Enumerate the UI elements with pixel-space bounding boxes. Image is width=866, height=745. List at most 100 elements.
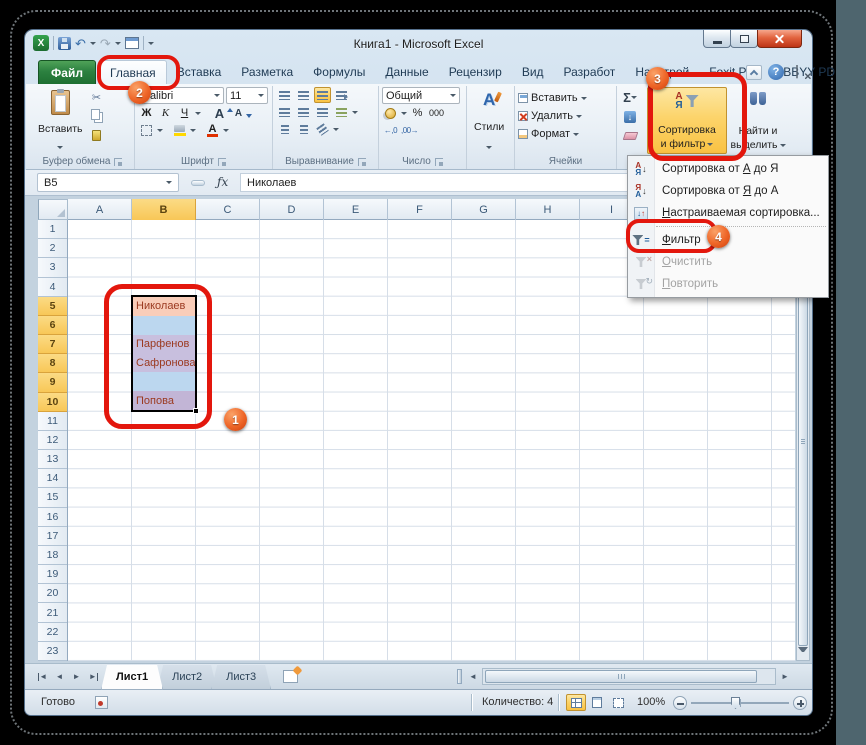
ribbon-tab[interactable]: Разметка (231, 60, 303, 84)
paste-button[interactable]: Вставить (34, 87, 87, 154)
help-button[interactable]: ? (768, 64, 784, 80)
bold-button[interactable]: Ж (138, 105, 155, 121)
scroll-down-icon[interactable] (798, 647, 808, 656)
merge-dropdown-icon[interactable] (352, 111, 358, 117)
page-break-view-button[interactable] (608, 694, 628, 711)
row-header[interactable]: 1 (38, 220, 67, 239)
decrease-indent-button[interactable] (276, 121, 293, 137)
insert-function-button[interactable]: ƒx (217, 175, 228, 189)
row-header[interactable]: 13 (38, 450, 67, 469)
increase-decimal-button[interactable]: ←,0 (382, 122, 399, 138)
column-header[interactable]: E (324, 199, 388, 220)
tab-file[interactable]: Файл (38, 60, 96, 84)
number-format-combo[interactable]: Общий (382, 87, 460, 104)
row-header[interactable]: 15 (38, 488, 67, 507)
dialog-launcher-icon[interactable] (435, 158, 443, 166)
italic-button[interactable]: К (157, 105, 174, 121)
column-header[interactable]: A (68, 199, 132, 220)
menu-item-sort-za[interactable]: ЯА↓ Сортировка от Я до А (628, 180, 828, 202)
row-header[interactable]: 6 (38, 316, 67, 335)
fill-handle[interactable] (193, 408, 199, 414)
workbook-restore-icon[interactable] (796, 65, 797, 78)
row-header[interactable]: 4 (38, 278, 67, 297)
column-header[interactable]: D (260, 199, 324, 220)
styles-button[interactable]: А Стили (470, 87, 508, 154)
scroll-right-icon[interactable]: ► (778, 668, 792, 685)
row-header[interactable]: 3 (38, 258, 67, 277)
orientation-button[interactable] (314, 121, 331, 137)
minimize-button[interactable] (703, 30, 731, 48)
ribbon-tab[interactable]: Главная (99, 60, 167, 84)
row-header[interactable]: 18 (38, 546, 67, 565)
increase-indent-button[interactable] (295, 121, 312, 137)
horizontal-scroll-thumb[interactable] (485, 670, 757, 683)
dialog-launcher-icon[interactable] (218, 158, 226, 166)
excel-logo-icon[interactable]: X (33, 35, 49, 51)
tab-scrollbar-splitter[interactable] (457, 669, 462, 684)
align-left-button[interactable] (276, 104, 293, 120)
zoom-level[interactable]: 100% (637, 696, 665, 708)
wrap-text-button[interactable] (333, 87, 350, 103)
normal-view-button[interactable] (566, 694, 586, 711)
menu-item-sort-az[interactable]: АЯ↓ Сортировка от А до Я (628, 158, 828, 180)
zoom-slider-thumb[interactable] (731, 697, 740, 709)
cell-b9[interactable] (133, 372, 195, 391)
quick-print-icon[interactable] (125, 37, 139, 49)
cell-b10[interactable]: Попова (133, 391, 195, 410)
dialog-launcher-icon[interactable] (358, 158, 366, 166)
cell-b5[interactable]: Николаев (133, 297, 195, 316)
column-header[interactable]: H (516, 199, 580, 220)
scroll-left-icon[interactable]: ◄ (466, 668, 480, 685)
name-box-dropdown-icon[interactable] (166, 181, 172, 187)
restore-button[interactable] (730, 30, 758, 48)
column-header[interactable]: C (196, 199, 260, 220)
next-sheet-button[interactable]: ► (69, 668, 84, 685)
row-header[interactable]: 16 (38, 508, 67, 527)
undo-icon[interactable]: ↶ (75, 37, 86, 50)
horizontal-scrollbar[interactable] (482, 668, 776, 685)
menu-item-custom-sort[interactable]: ↓↑ Настраиваемая сортировка... (628, 202, 828, 224)
align-center-button[interactable] (295, 104, 312, 120)
fill-color-button[interactable] (171, 122, 188, 138)
row-header[interactable]: 7 (38, 335, 67, 354)
row-header[interactable]: 9 (38, 373, 67, 392)
find-select-button[interactable]: Найти и выделить (730, 87, 786, 154)
delete-cells-button[interactable]: Удалить (518, 107, 613, 125)
row-header[interactable]: 5 (38, 297, 67, 316)
copy-button[interactable] (87, 108, 107, 125)
font-color-dropdown-icon[interactable] (223, 129, 229, 135)
ribbon-tab[interactable]: Разработ (554, 60, 626, 84)
decrease-decimal-button[interactable]: ,00→ (401, 122, 418, 138)
font-name-combo[interactable]: Calibri (138, 87, 224, 104)
format-painter-button[interactable] (87, 127, 107, 144)
orientation-dropdown-icon[interactable] (333, 128, 339, 134)
borders-button[interactable] (138, 122, 155, 138)
formula-bar-splitter[interactable] (191, 180, 205, 186)
selected-range-b5-b10[interactable]: Николаев Парфенов Сафронова Попова (131, 295, 197, 412)
ribbon-tab[interactable]: Вставка (167, 60, 232, 84)
fill-color-dropdown-icon[interactable] (190, 129, 196, 135)
row-header[interactable]: 8 (38, 354, 67, 373)
ribbon-tab[interactable]: Рецензир (439, 60, 512, 84)
insert-worksheet-button[interactable] (283, 670, 298, 683)
paste-dropdown-icon[interactable] (57, 146, 63, 152)
select-all-corner[interactable] (38, 199, 68, 220)
sort-filter-button[interactable]: АЯ Сортировка и фильтр (647, 87, 727, 154)
accounting-dropdown-icon[interactable] (401, 112, 407, 118)
row-header[interactable]: 21 (38, 603, 67, 622)
close-button[interactable] (757, 30, 802, 48)
collapse-ribbon-button[interactable] (746, 65, 762, 80)
ribbon-tab[interactable]: Вид (512, 60, 554, 84)
row-header[interactable]: 14 (38, 469, 67, 488)
align-right-button[interactable] (314, 104, 331, 120)
row-header[interactable]: 20 (38, 584, 67, 603)
name-box[interactable]: B5 (37, 173, 179, 192)
row-header[interactable]: 12 (38, 431, 67, 450)
percent-style-button[interactable]: % (409, 105, 426, 121)
column-header[interactable]: B (132, 199, 196, 220)
row-header[interactable]: 11 (38, 412, 67, 431)
align-middle-button[interactable] (295, 87, 312, 103)
column-header[interactable]: F (388, 199, 452, 220)
cell-b6[interactable] (133, 316, 195, 335)
zoom-in-button[interactable] (793, 696, 807, 710)
